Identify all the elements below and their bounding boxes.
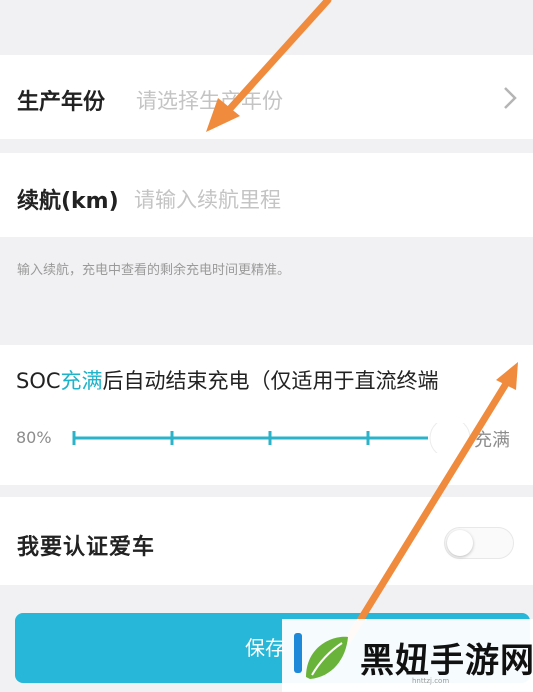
soc-title: SOC充满后自动结束充电（仅适用于直流终端 [16, 365, 439, 395]
range-label: 续航(km) [17, 189, 119, 214]
range-input[interactable]: 请输入续航里程 [134, 184, 281, 214]
soc-slider-thumb[interactable] [429, 423, 471, 453]
soc-slider-tick [72, 431, 76, 445]
soc-row: SOC充满后自动结束充电（仅适用于直流终端 80% 充满 [0, 345, 533, 485]
soc-title-prefix: SOC [16, 369, 61, 393]
production-year-placeholder[interactable]: 请选择生产年份 [136, 85, 283, 115]
leaf-logo-icon [294, 633, 348, 679]
soc-slider-tick [366, 431, 370, 445]
toggle-knob[interactable] [447, 530, 473, 556]
production-year-label: 生产年份 [17, 90, 106, 115]
chevron-right-icon[interactable] [499, 85, 521, 111]
watermark-url: hnttzj.com [412, 677, 450, 685]
soc-slider-tick [268, 431, 272, 445]
save-button-label: 保存 [245, 636, 285, 660]
production-year-row[interactable]: 生产年份 请选择生产年份 [0, 55, 533, 139]
verify-car-row[interactable]: 我要认证爱车 [0, 497, 533, 585]
verify-car-label: 我要认证爱车 [17, 535, 156, 560]
verify-car-toggle[interactable] [444, 527, 514, 559]
soc-min-label: 80% [16, 428, 52, 447]
soc-title-accent: 充满 [60, 369, 103, 393]
soc-slider-tick [170, 431, 174, 445]
range-row[interactable]: 续航(km) 请输入续航里程 [0, 153, 533, 237]
watermark-text: 黑妞手游网 [360, 641, 533, 681]
watermark: 黑妞手游网 hnttzj.com [282, 619, 533, 692]
soc-max-label: 充满 [474, 430, 510, 451]
soc-slider[interactable] [72, 423, 472, 453]
soc-title-suffix: 后自动结束充电（仅适用于直流终端 [102, 369, 439, 393]
range-hint-text: 输入续航，充电中查看的剩余充电时间更精准。 [17, 263, 291, 278]
